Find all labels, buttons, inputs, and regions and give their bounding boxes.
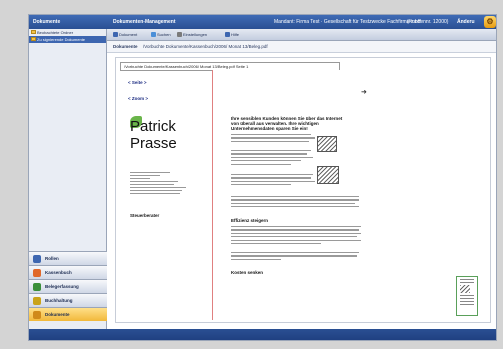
nav-label: Kassenbuch [45, 270, 72, 275]
last-name: Prasse [130, 135, 177, 152]
doc-heading-1: Ihre sensiblen Kunden können Sie über da… [231, 116, 343, 131]
first-name: Patrick [130, 118, 176, 135]
zoom-nav[interactable]: < Zoom > [128, 96, 148, 101]
doc-heading-3: Kosten senken [231, 270, 264, 275]
doc-paragraph-5 [231, 226, 361, 246]
arrow-icon: ➜ [361, 89, 367, 96]
toolbar-label: Suchen [157, 32, 171, 37]
main-area: Dokument Suchen Einstellungen Hilfe Dokumen… [107, 29, 496, 329]
toolbar-icon [177, 32, 182, 38]
client-context: Mandant: Firma Test · Gesellschaft für T… [274, 19, 422, 25]
nav-button-dokumente[interactable]: Dokumente [29, 307, 107, 321]
card-name: Patrick Prasse [130, 118, 177, 152]
toolbar: Dokument Suchen Einstellungen Hilfe [107, 29, 496, 41]
folder-item[interactable]: Beobachtete Ordner [29, 29, 106, 36]
title-bar: Dokumente Dokumenten-Management Mandant:… [29, 15, 496, 29]
doc-heading-2: Effizienz steigern [231, 218, 269, 223]
toolbar-label: Einstellungen [183, 32, 208, 37]
page-nav[interactable]: < Seite > [128, 80, 147, 85]
path-bar: Dokumente /Vorbuchte Dokumente/Kassenbuc… [107, 41, 496, 53]
nav-button-belegerfassung[interactable]: Belegerfassung [29, 279, 107, 293]
document-page: ➜ Ihre sensiblen Kunden können Sie über … [212, 70, 484, 320]
nav-icon [33, 255, 41, 263]
doc-paragraph-6 [231, 252, 361, 262]
window-title: Dokumenten-Management [113, 19, 176, 25]
document-viewer: /Vorbuchte Dokumente/Kassenbuch/2006/ Mo… [115, 57, 491, 323]
nav-button-rollen[interactable]: Rollen [29, 251, 107, 265]
toolbar-button-1[interactable]: Suchen [151, 32, 171, 38]
toolbar-button-3[interactable]: Hilfe [225, 32, 240, 38]
card-role: Steuerberater [130, 213, 160, 218]
folder-label: Beobachtete Ordner [37, 30, 74, 35]
nav-label: Buchhaltung [45, 298, 73, 303]
nav-icon [33, 269, 41, 277]
folder-label: Zu signierende Dokumente [37, 37, 86, 42]
card-contact-info [130, 170, 192, 196]
doc-paragraph-4 [231, 196, 361, 210]
toolbar-button-2[interactable]: Einstellungen [177, 32, 208, 38]
nav-label: Belegerfassung [45, 284, 79, 289]
doc-paragraph-2 [231, 150, 361, 167]
title-trailing: Änderu [457, 19, 475, 25]
path-label: Dokumente [113, 44, 138, 49]
folder-item[interactable]: Zu signierende Dokumente [29, 36, 106, 43]
toolbar-icon [151, 32, 156, 38]
nav-icon [33, 283, 41, 291]
toolbar-label: Hilfe [231, 32, 240, 37]
folder-icon [31, 30, 36, 34]
settings-icon[interactable]: ⚙ [484, 16, 496, 28]
nav-label: Rollen [45, 256, 59, 261]
page-thumbnail[interactable] [456, 276, 478, 316]
doc-paragraph-3 [231, 174, 361, 188]
nav-button-kassenbuch[interactable]: Kassenbuch [29, 265, 107, 279]
nav-label: Dokumente [45, 312, 70, 317]
status-bar [29, 329, 496, 340]
toolbar-button-0[interactable]: Dokument [113, 32, 138, 38]
toolbar-icon [113, 32, 118, 38]
sidebar-title: Dokumente [33, 19, 61, 25]
business-card: Patrick Prasse Steuerberater [130, 116, 200, 218]
document-path: /Vorbuchte Dokumente/Kassenbuch/2006/ Mo… [143, 44, 268, 49]
toolbar-icon [225, 32, 230, 38]
nav-icon [33, 311, 41, 319]
sidebar: Beobachtete Ordner Zu signierende Dokumen… [29, 29, 107, 329]
app-window: Dokumente Dokumenten-Management Mandant:… [28, 14, 497, 341]
folder-icon [31, 37, 36, 41]
client-code: (Kundennr. 12000) [407, 19, 449, 25]
nav-icon [33, 297, 41, 305]
doc-paragraph-1 [231, 134, 361, 144]
nav-button-buchhaltung[interactable]: Buchhaltung [29, 293, 107, 307]
toolbar-label: Dokument [119, 32, 138, 37]
